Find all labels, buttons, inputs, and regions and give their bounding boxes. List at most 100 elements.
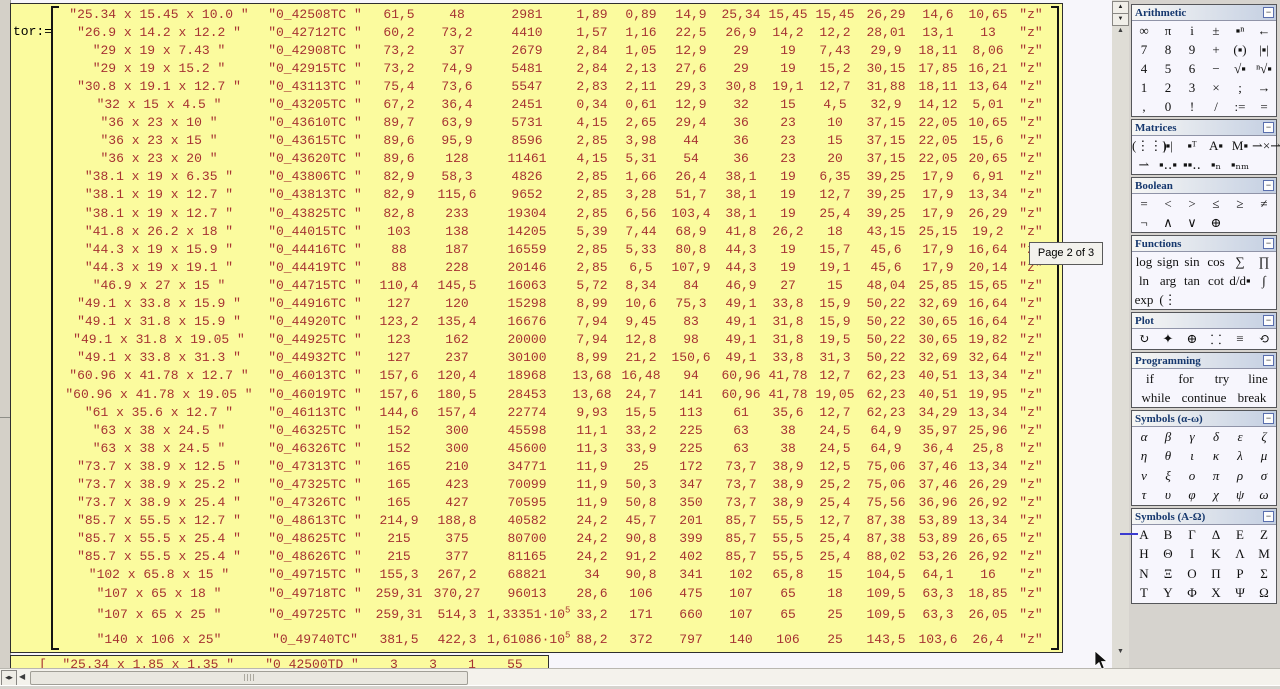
arithmetic-button[interactable]: 0 — [1156, 99, 1180, 115]
matrix-cell[interactable]: 7,94 — [567, 332, 617, 347]
matrix-cell[interactable]: 165 — [371, 495, 427, 510]
matrix-cell[interactable]: 75,56 — [859, 495, 913, 510]
symbols-lower-button[interactable]: ψ — [1228, 487, 1252, 503]
matrix-cell[interactable]: 40582 — [487, 513, 567, 528]
matrix-cell[interactable]: 233 — [427, 206, 487, 221]
matrix-cell[interactable]: 20 — [811, 151, 859, 166]
matrix-cell[interactable]: 16 — [963, 567, 1013, 582]
horizontal-scrollbar[interactable]: ◀▶ ◀ — [0, 668, 1280, 685]
matrix-cell[interactable]: 201 — [665, 513, 717, 528]
matrix-cell[interactable]: 152 — [371, 441, 427, 456]
matrix-cell[interactable]: 87,38 — [859, 513, 913, 528]
matrix-cell[interactable]: 39,25 — [859, 187, 913, 202]
matrix-cell[interactable]: 26,65 — [963, 531, 1013, 546]
matrix-cell[interactable]: "0_44419TC " — [259, 260, 371, 275]
matrix-cell[interactable]: 30,8 — [717, 79, 765, 94]
matrix-cell[interactable]: 11461 — [487, 151, 567, 166]
matrix-cell[interactable]: 2,85 — [567, 242, 617, 257]
matrix-cell[interactable]: 7,43 — [811, 43, 859, 58]
palette-title-bar[interactable]: Symbols (A-Ω)− — [1132, 509, 1276, 525]
matrix-cell[interactable]: 63 — [717, 423, 765, 438]
arithmetic-button[interactable]: 7 — [1132, 42, 1156, 58]
symbols-upper-button[interactable]: Μ — [1252, 546, 1276, 562]
matrix-cell[interactable]: "z" — [1013, 224, 1049, 239]
matrix-cell[interactable]: "z" — [1013, 405, 1049, 420]
matrix-cell[interactable]: 2,85 — [567, 206, 617, 221]
symbols-upper-button[interactable]: Γ — [1180, 527, 1204, 543]
symbols-lower-button[interactable]: ν — [1132, 468, 1156, 484]
matrix-cell[interactable]: 103,4 — [665, 206, 717, 221]
matrix-cell[interactable]: 17,9 — [913, 260, 963, 275]
matrix-cell[interactable]: 25,96 — [963, 423, 1013, 438]
matrix-cell[interactable]: 19 — [765, 169, 811, 184]
boolean-button[interactable]: ≥ — [1228, 196, 1252, 212]
matrix-cell[interactable]: 82,8 — [371, 206, 427, 221]
matrix-cell[interactable]: 15,6 — [963, 133, 1013, 148]
matrix-cell[interactable]: 16,64 — [963, 242, 1013, 257]
matrices-button[interactable]: |▪| — [1156, 138, 1180, 154]
functions-button[interactable]: sign — [1156, 254, 1180, 270]
matrix-cell[interactable]: 29 — [717, 43, 765, 58]
plot-button[interactable]: ≡ — [1228, 331, 1252, 347]
matrix-cell[interactable]: 24,2 — [567, 513, 617, 528]
arithmetic-button[interactable]: 2 — [1156, 80, 1180, 96]
matrix-cell[interactable]: 65 — [765, 586, 811, 601]
functions-button[interactable]: sin — [1180, 254, 1204, 270]
matrices-button[interactable]: ▪▪‥ — [1180, 157, 1204, 173]
matrix-cell[interactable]: 1,16 — [617, 25, 665, 40]
matrix-cell[interactable]: "z" — [1013, 79, 1049, 94]
programming-button[interactable]: break — [1228, 390, 1276, 406]
variable-label[interactable]: tor:= — [13, 24, 52, 39]
arithmetic-button[interactable]: / — [1204, 99, 1228, 115]
worksheet[interactable]: tor:= "25.34 x 15.45 x 10.0 ""0_42508TC … — [11, 0, 1112, 668]
matrix-cell[interactable]: 797 — [665, 632, 717, 647]
matrix-cell[interactable]: "38.1 x 19 x 12.7 " — [59, 206, 259, 221]
arithmetic-button[interactable]: i — [1180, 23, 1204, 39]
arithmetic-button[interactable]: → — [1252, 80, 1276, 96]
palette-title-bar[interactable]: Symbols (α-ω)− — [1132, 411, 1276, 427]
matrix-cell[interactable]: "38.1 x 19 x 12.7 " — [59, 187, 259, 202]
matrix-cell[interactable]: 63,3 — [913, 586, 963, 601]
matrix-cell[interactable]: "z" — [1013, 151, 1049, 166]
matrix-cell[interactable]: 16063 — [487, 278, 567, 293]
matrix-cell[interactable]: 73,2 — [427, 25, 487, 40]
matrix-cell[interactable]: 35,97 — [913, 423, 963, 438]
matrix-cell[interactable]: 49,1 — [717, 314, 765, 329]
matrix-cell[interactable]: 0,34 — [567, 97, 617, 112]
matrix-cell[interactable]: 51,7 — [665, 187, 717, 202]
matrix-cell[interactable]: 15 — [811, 278, 859, 293]
matrix-cell[interactable]: 18 — [811, 586, 859, 601]
minimize-icon[interactable]: − — [1263, 315, 1274, 326]
matrix-cell[interactable]: 36 — [717, 151, 765, 166]
arithmetic-button[interactable]: − — [1204, 61, 1228, 77]
matrix-cell[interactable]: 5,72 — [567, 278, 617, 293]
matrix-cell[interactable]: 157,4 — [427, 405, 487, 420]
boolean-button[interactable]: < — [1156, 196, 1180, 212]
matrix-cell[interactable]: 172 — [665, 459, 717, 474]
matrix-cell[interactable]: 145,5 — [427, 278, 487, 293]
matrix-cell[interactable]: 8596 — [487, 133, 567, 148]
matrix-cell[interactable]: "z" — [1013, 477, 1049, 492]
arithmetic-button[interactable]: 4 — [1132, 61, 1156, 77]
matrix-cell[interactable]: 17,9 — [913, 242, 963, 257]
matrix-cell[interactable]: 15,5 — [617, 405, 665, 420]
scroll-left-icon[interactable]: ◀ — [19, 672, 25, 681]
matrix-cell[interactable]: 85,7 — [717, 513, 765, 528]
matrix-cell[interactable]: 6,35 — [811, 169, 859, 184]
matrix-cell[interactable]: 44 — [665, 133, 717, 148]
matrix-cell[interactable]: 106 — [617, 586, 665, 601]
matrix-cell[interactable]: "73.7 x 38.9 x 12.5 " — [59, 459, 259, 474]
matrices-button[interactable]: ▪ᵀ — [1180, 138, 1204, 154]
matrix-cell[interactable]: 22,05 — [913, 133, 963, 148]
matrix-cell[interactable]: 25,2 — [811, 477, 859, 492]
arithmetic-button[interactable]: × — [1204, 80, 1228, 96]
matrix-cell[interactable]: 26,92 — [963, 495, 1013, 510]
arithmetic-button[interactable]: ± — [1204, 23, 1228, 39]
matrix-cell[interactable]: 19 — [765, 61, 811, 76]
matrix-cell[interactable]: 214,9 — [371, 513, 427, 528]
matrix-cell[interactable]: 13,1 — [913, 25, 963, 40]
matrix-cell[interactable]: 341 — [665, 567, 717, 582]
split-handle-icon[interactable]: ▲ ▼ — [1112, 1, 1129, 26]
matrix-cell[interactable]: 40,51 — [913, 387, 963, 402]
matrix-cell[interactable]: 13,34 — [963, 405, 1013, 420]
